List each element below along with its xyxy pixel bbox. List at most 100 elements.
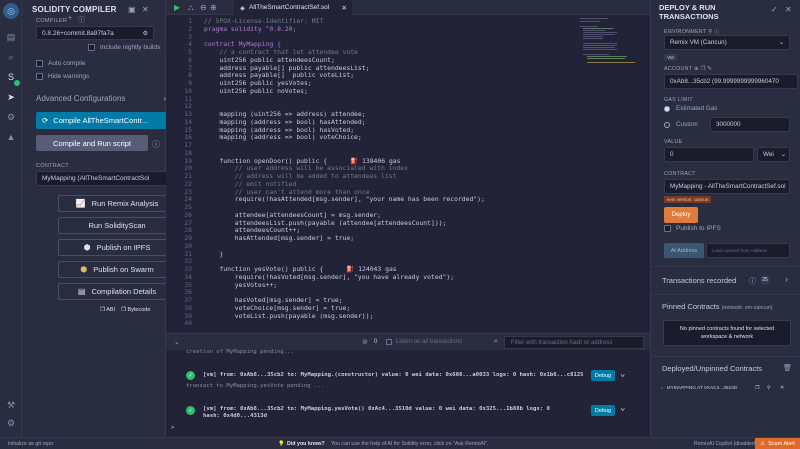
contract-select[interactable]: MyMapping - AllTheSmartContractSef.sol bbox=[664, 179, 790, 194]
pinned-empty-line2: workspace & network bbox=[700, 334, 754, 340]
close-tab-icon[interactable]: ✕ bbox=[342, 4, 347, 12]
custom-gas-input[interactable]: 3000000 bbox=[710, 117, 790, 132]
tab-alltheSmartContract[interactable]: ◈ AllTheSmartContractSef.sol ✕ bbox=[234, 0, 352, 15]
info-icon[interactable]: ⓘ bbox=[152, 139, 160, 150]
file-explorer-icon[interactable]: ▤ bbox=[4, 30, 18, 44]
publish-ipfs-label: Publish to IPFS bbox=[676, 225, 721, 232]
compile-run-label: Compile and Run script bbox=[53, 138, 131, 148]
hide-warnings-checkbox[interactable]: Hide warnings bbox=[36, 73, 89, 80]
code-line[interactable]: uint256 public noVotes; bbox=[204, 87, 308, 95]
code-line[interactable]: mapping (address => bool) voteChoice; bbox=[204, 133, 361, 141]
custom-gas-value: 3000000 bbox=[716, 121, 741, 128]
include-nightly-checkbox[interactable]: Include nightly builds bbox=[88, 44, 160, 51]
collapse-terminal-icon[interactable]: ⌄ bbox=[174, 338, 180, 346]
pinned-empty-message: No pinned contracts found for selected w… bbox=[663, 320, 791, 346]
init-git-link[interactable]: initialize as git repo bbox=[8, 441, 53, 447]
code-line[interactable]: require(!hasAttended[msg.sender], "your … bbox=[204, 195, 485, 203]
code-editor: ▶ ⛬ ⊖ ⊕ ◈ AllTheSmartContractSef.sol ✕ 1… bbox=[166, 0, 650, 333]
value-input[interactable]: 0 bbox=[664, 147, 754, 162]
scam-alert-button[interactable]: ⚠ Scam Alert bbox=[755, 438, 800, 449]
tx-yesvote[interactable]: [vm] from: 0xAb8...35cb2 to: MyMapping.y… bbox=[203, 406, 550, 412]
pin-icon[interactable]: ⚲ bbox=[767, 386, 771, 391]
close-panel-icon[interactable]: ✕ bbox=[142, 5, 149, 14]
debug-button[interactable]: Debug bbox=[591, 370, 615, 381]
publish-swarm-button[interactable]: ⬢ Publish on Swarm bbox=[58, 261, 176, 278]
plugin-manager-icon[interactable]: ⚒ bbox=[4, 398, 18, 412]
code-line[interactable]: pragma solidity ^0.8.20; bbox=[204, 25, 296, 33]
run-script-icon[interactable]: ▶ bbox=[174, 3, 180, 12]
copy-icon[interactable]: ❐ bbox=[755, 386, 759, 391]
chevron-right-icon: › bbox=[785, 274, 788, 284]
custom-gas-label: Custom bbox=[676, 121, 698, 128]
estimated-gas-radio[interactable]: Estimated Gas bbox=[664, 105, 717, 112]
docs-icon[interactable]: ▣ bbox=[128, 5, 136, 14]
chevron-down-icon[interactable]: ⌄ bbox=[620, 369, 625, 379]
info-icon: ⓘ bbox=[749, 278, 756, 285]
terminal-toolbar: ⌄ ⊘ 0 Listen on all transactions ⌕ Filte… bbox=[166, 333, 650, 350]
publish-ipfs-button[interactable]: ⬢ Publish on IPFS bbox=[58, 239, 176, 256]
account-select[interactable]: 0xAb8...35cb2 (99.9999999999960470 bbox=[664, 74, 798, 89]
zoom-in-icon[interactable]: ⊕ bbox=[210, 3, 217, 12]
solidity-compiler-icon[interactable]: S bbox=[4, 70, 20, 86]
close-icon[interactable]: ✕ bbox=[780, 386, 784, 391]
info-icon[interactable]: ⓘ bbox=[78, 15, 85, 25]
add-compiler-icon[interactable]: + bbox=[68, 15, 72, 22]
auto-compile-checkbox[interactable]: Auto compile bbox=[36, 60, 86, 67]
compilation-details-button[interactable]: ▤ Compilation Details bbox=[58, 283, 176, 300]
code-line[interactable]: hasAttended[msg.sender] = true; bbox=[204, 234, 354, 242]
tip-title: Did you know? bbox=[287, 441, 325, 447]
environment-select[interactable]: Remix VM (Cancun) ⌄ bbox=[664, 35, 790, 50]
radio-dot bbox=[664, 105, 670, 112]
at-address-input[interactable]: Load contract from Address bbox=[706, 243, 790, 258]
panel-title-line1: DEPLOY & RUN bbox=[659, 3, 716, 12]
plugin-icon[interactable]: ▲ bbox=[4, 130, 18, 144]
pinned-title: Pinned Contracts (network: vm-cancun) bbox=[662, 302, 773, 311]
deployed-contract-item[interactable]: › MYMAPPING AT 0XAC4...3510D ❐ ⚲ ✕ bbox=[661, 381, 791, 395]
code-line[interactable]: yesVotes++; bbox=[204, 281, 277, 289]
remix-ai-icon[interactable]: ⛬ bbox=[188, 3, 194, 13]
publish-ipfs-checkbox[interactable]: Publish to IPFS bbox=[664, 225, 721, 232]
compile-button[interactable]: ⟳ Compile AllTheSmartContr... bbox=[36, 112, 176, 129]
copy-bytecode-button[interactable]: ❐ Bytecode bbox=[121, 307, 150, 313]
filter-transactions-input[interactable]: Filter with transaction hash or address bbox=[504, 336, 644, 349]
debugger-icon[interactable]: ⚙ bbox=[4, 110, 18, 124]
radio-dot bbox=[664, 121, 670, 128]
custom-gas-radio[interactable]: Custom bbox=[664, 121, 698, 128]
compiler-version-select[interactable]: 0.8.26+commit.8a97fa7a ⚙ bbox=[36, 26, 154, 40]
scam-alert-label: Scam Alert bbox=[768, 441, 795, 447]
trash-icon[interactable]: 🗑 bbox=[783, 364, 792, 372]
run-solidityscan-button[interactable]: Run SolidityScan bbox=[58, 217, 176, 234]
debug-button[interactable]: Debug bbox=[591, 405, 615, 416]
settings-gear-icon[interactable]: ⚙ bbox=[4, 416, 18, 430]
value-unit-select[interactable]: Wei ⌄ bbox=[757, 147, 790, 162]
copy-abi-button[interactable]: ❐ ABI bbox=[100, 307, 115, 313]
check-icon[interactable]: ✓ bbox=[771, 5, 778, 14]
clear-console-icon[interactable]: ⊘ bbox=[362, 338, 368, 346]
search-icon[interactable]: ⌕ bbox=[4, 50, 18, 64]
zoom-out-icon[interactable]: ⊖ bbox=[200, 3, 207, 12]
compile-run-script-button[interactable]: Compile and Run script bbox=[36, 135, 148, 151]
vm-badge: VM bbox=[664, 54, 677, 61]
copilot-status[interactable]: RemixAI Copilot (disabled) bbox=[694, 441, 757, 447]
console-prompt[interactable]: > bbox=[171, 425, 174, 431]
at-address-button[interactable]: At Address bbox=[664, 243, 704, 258]
minimap[interactable] bbox=[578, 16, 638, 66]
code-line[interactable]: voteList.push(payable (msg.sender)); bbox=[204, 312, 374, 320]
transactions-recorded-section[interactable]: Transactions recorded ⓘ 25 › bbox=[651, 266, 800, 294]
compile-button-label: Compile AllTheSmartContr... bbox=[53, 116, 148, 125]
deploy-button[interactable]: Deploy bbox=[664, 207, 698, 223]
remix-logo-icon[interactable]: ◎ bbox=[3, 3, 19, 19]
deploy-run-icon[interactable]: ➤ bbox=[4, 90, 18, 104]
code-area[interactable]: 1// SPDX-License-Identifier: MIT 2 pragma … bbox=[166, 16, 566, 333]
analysis-chart-icon: 📈 bbox=[75, 199, 86, 208]
close-panel-icon[interactable]: ✕ bbox=[785, 5, 792, 14]
advanced-config-toggle[interactable]: Advanced Configurations › bbox=[36, 94, 166, 103]
code-line[interactable]: } bbox=[204, 250, 223, 258]
tx-constructor[interactable]: [vm] from: 0xAb8...35cb2 to: MyMapping.(… bbox=[203, 372, 584, 378]
contract-select[interactable]: MyMapping (AllTheSmartContractSol bbox=[36, 171, 176, 186]
compiler-version-value: 0.8.26+commit.8a97fa7a bbox=[42, 29, 114, 37]
chevron-down-icon[interactable]: ⌄ bbox=[620, 403, 625, 413]
compile-success-badge bbox=[14, 80, 20, 86]
listen-all-checkbox[interactable]: Listen on all transactions bbox=[386, 339, 462, 345]
run-remix-analysis-button[interactable]: 📈 Run Remix Analysis bbox=[58, 195, 176, 212]
